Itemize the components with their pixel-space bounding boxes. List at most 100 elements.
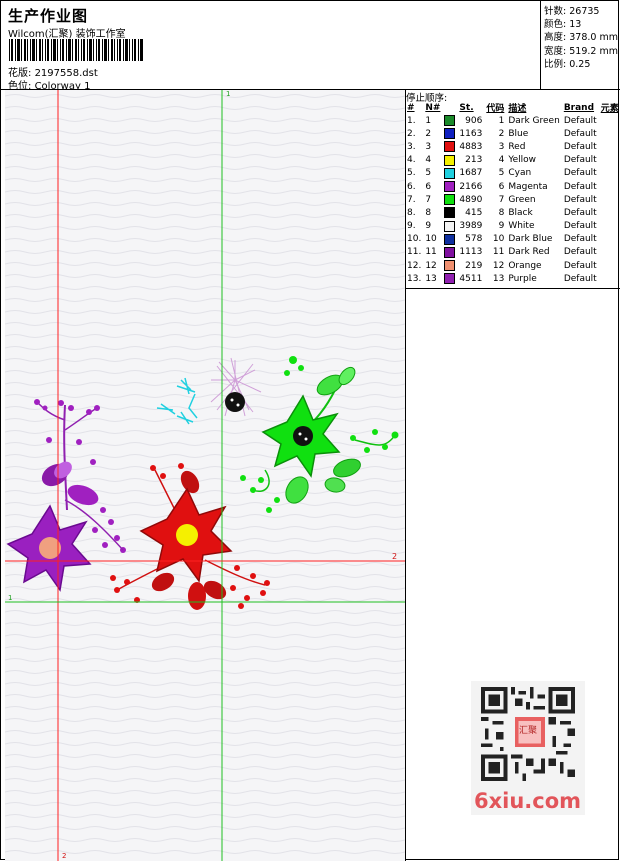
cell-elem xyxy=(599,259,620,272)
cell-brand: Default xyxy=(563,234,597,245)
cell-idx: 3. xyxy=(407,141,416,152)
scale-label: 比例: xyxy=(544,58,567,70)
cell-brand: Default xyxy=(563,115,597,126)
table-row: 9. 9 3989 9 White Default xyxy=(405,220,620,233)
cell-no: 11 xyxy=(425,247,437,258)
stat-stitches: 针数: 26735 xyxy=(544,5,618,18)
color-swatch xyxy=(444,233,456,245)
cell-st: 906 xyxy=(465,115,483,126)
table-row: 12. 12 219 12 Orange Default xyxy=(405,259,620,272)
stitches-label: 针数: xyxy=(544,6,567,17)
guide-h-red-label: 2 xyxy=(392,552,397,561)
cell-swatch xyxy=(442,272,457,285)
cell-swatch xyxy=(442,140,457,153)
cell-desc: Yellow xyxy=(508,155,537,166)
cell-elem xyxy=(599,140,620,153)
cell-desc: Green xyxy=(508,194,536,205)
table-row: 2. 2 1163 2 Blue Default xyxy=(405,127,620,140)
cell-no: 2 xyxy=(425,128,432,139)
cell-elem xyxy=(599,114,620,127)
table-row: 5. 5 1687 5 Cyan Default xyxy=(405,167,620,180)
cell-idx: 12. xyxy=(407,260,422,271)
stop-sequence-table: # N# St. 代码 描述 Brand 元素 1. 1 906 1 Dark Gree… xyxy=(405,101,620,285)
cell-desc: Black xyxy=(508,207,533,218)
cell-desc: Magenta xyxy=(508,181,548,192)
cell-desc: Cyan xyxy=(508,168,532,179)
cell-elem xyxy=(599,206,620,219)
cell-st: 4883 xyxy=(459,141,483,152)
cell-no: 4 xyxy=(425,155,432,166)
embroidery-preview: 1 2 1 2 xyxy=(5,90,405,861)
colors-value: 13 xyxy=(569,19,582,31)
width-value: 519.2 mm xyxy=(569,45,618,57)
cell-brand: Default xyxy=(563,141,597,152)
cell-idx: 4. xyxy=(407,155,416,166)
scale-value: 0.25 xyxy=(569,58,591,70)
header-divider-v xyxy=(540,1,541,89)
table-row: 1. 1 906 1 Dark Green Default xyxy=(405,114,620,127)
col-idx: # xyxy=(407,102,415,113)
colors-label: 颜色: xyxy=(544,19,567,31)
cell-code: 5 xyxy=(498,168,505,179)
table-row: 6. 6 2166 6 Magenta Default xyxy=(405,180,620,193)
cell-elem xyxy=(599,246,620,259)
cell-code: 8 xyxy=(498,207,505,218)
stitches-value: 26735 xyxy=(569,6,600,17)
col-elem: 元素 xyxy=(600,104,619,114)
color-swatch xyxy=(444,115,456,127)
table-row: 7. 7 4890 7 Green Default xyxy=(405,193,620,206)
stat-width: 宽度: 519.2 mm xyxy=(544,45,618,58)
cell-st: 213 xyxy=(465,155,483,166)
cell-st: 415 xyxy=(465,207,483,218)
cell-st: 578 xyxy=(465,234,483,245)
cell-no: 3 xyxy=(425,141,432,152)
cell-swatch xyxy=(442,127,457,140)
cell-swatch xyxy=(442,154,457,167)
col-desc: 描述 xyxy=(508,104,527,114)
cell-desc: Orange xyxy=(508,260,542,271)
cell-swatch xyxy=(442,167,457,180)
cell-swatch xyxy=(442,114,457,127)
site-watermark: 6xiu.com xyxy=(474,789,582,813)
color-swatch xyxy=(444,194,456,206)
cell-code: 9 xyxy=(498,221,505,232)
cell-brand: Default xyxy=(563,128,597,139)
color-swatch xyxy=(444,246,456,258)
cell-idx: 11. xyxy=(407,247,422,258)
guide-h-green-label: 1 xyxy=(8,594,12,602)
cell-idx: 10. xyxy=(407,234,422,245)
cell-no: 10 xyxy=(425,234,437,245)
cell-st: 219 xyxy=(465,260,483,271)
design-stats: 针数: 26735 颜色: 13 高度: 378.0 mm 宽度: 519.2 … xyxy=(544,5,618,71)
cell-st: 4511 xyxy=(459,273,483,284)
cell-swatch xyxy=(442,259,457,272)
col-swatch xyxy=(442,101,457,114)
cell-swatch xyxy=(442,233,457,246)
cell-code: 1 xyxy=(498,115,505,126)
cell-desc: Purple xyxy=(508,273,537,284)
table-row: 3. 3 4883 3 Red Default xyxy=(405,140,620,153)
design-canvas: 1 2 1 2 xyxy=(5,90,405,861)
col-st: St. xyxy=(459,102,474,113)
cell-swatch xyxy=(442,180,457,193)
cell-idx: 7. xyxy=(407,194,416,205)
cell-desc: Red xyxy=(508,141,526,152)
cell-st: 1113 xyxy=(459,247,483,258)
table-row: 8. 8 415 8 Black Default xyxy=(405,206,620,219)
cell-swatch xyxy=(442,246,457,259)
cell-idx: 5. xyxy=(407,168,416,179)
col-brand: Brand xyxy=(563,102,595,113)
cell-desc: Dark Blue xyxy=(508,234,553,245)
table-header-row: # N# St. 代码 描述 Brand 元素 xyxy=(405,101,620,115)
color-swatch xyxy=(444,260,456,272)
cell-st: 2166 xyxy=(459,181,483,192)
stat-colors: 颜色: 13 xyxy=(544,18,618,31)
cell-idx: 8. xyxy=(407,207,416,218)
color-swatch xyxy=(444,181,456,193)
cell-code: 11 xyxy=(492,247,505,258)
cell-code: 7 xyxy=(498,194,505,205)
cell-no: 12 xyxy=(425,260,437,271)
cell-code: 12 xyxy=(492,260,505,271)
header-info: 生产作业图 Wilcom(汇聚) 装饰工作室 花版: 2197558.dst 色… xyxy=(5,3,540,92)
color-swatch xyxy=(444,273,456,285)
